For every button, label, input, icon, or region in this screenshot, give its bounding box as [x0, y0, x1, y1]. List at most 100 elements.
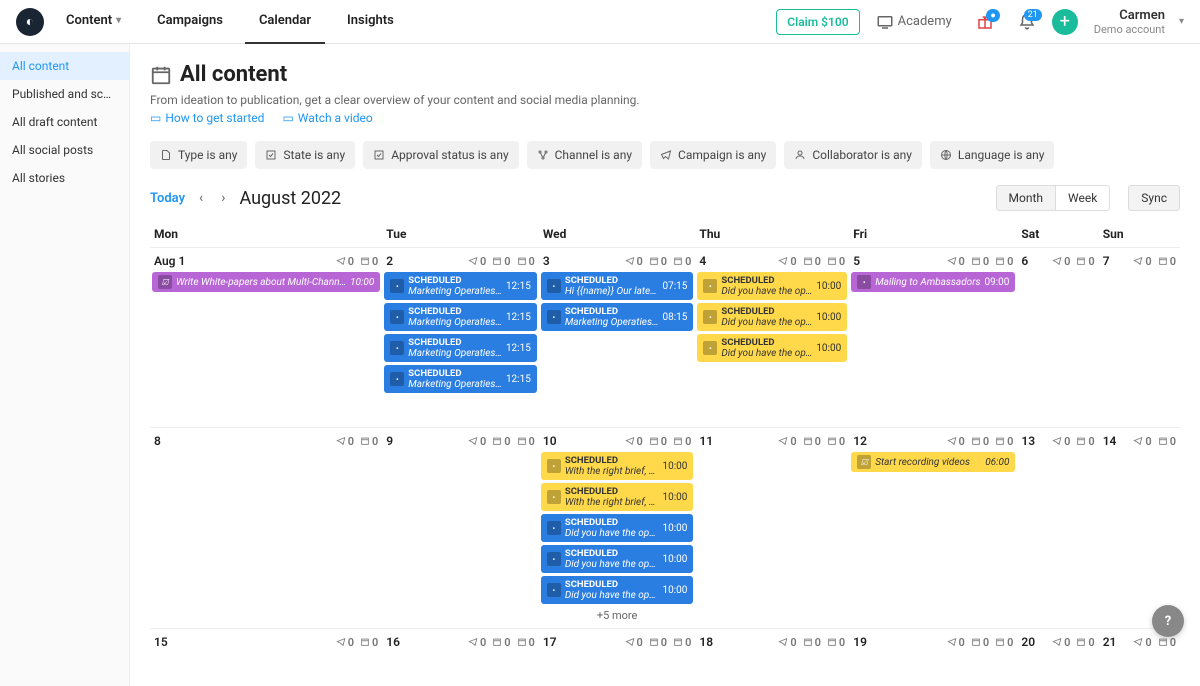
next-month-button[interactable]: ›	[217, 188, 229, 208]
event-title: Did you have the op…	[721, 317, 812, 328]
channel-icon: •	[547, 490, 561, 504]
filter-language[interactable]: Language is any	[930, 141, 1055, 169]
calendar-event[interactable]: •SCHEDULEDMarketing Operaties…12:15	[384, 365, 537, 393]
day-meta: 0 0 0	[468, 435, 535, 448]
event-status: SCHEDULED	[565, 275, 659, 286]
day-number: Aug 1	[154, 254, 185, 268]
view-month-button[interactable]: Month	[996, 185, 1056, 211]
day-cell[interactable]: 16 0 0 0	[382, 628, 539, 668]
calendar-event[interactable]: •SCHEDULEDDid you have the op…10:00	[541, 545, 694, 573]
sidebar-item-published[interactable]: Published and schedul…	[0, 80, 129, 108]
day-number: 19	[853, 635, 867, 649]
help-get-started[interactable]: ▭ How to get started	[150, 111, 264, 125]
event-time: 10:00	[662, 554, 687, 565]
add-button[interactable]: +	[1052, 9, 1078, 35]
claim-button[interactable]: Claim $100	[776, 9, 859, 35]
day-meta: 0 0 0	[947, 435, 1014, 448]
sync-button[interactable]: Sync	[1128, 185, 1180, 211]
calendar-event[interactable]: ☑Start recording videos06:00	[851, 452, 1015, 472]
event-title: Marketing Operaties…	[408, 348, 502, 359]
bell-icon[interactable]: 21	[1010, 13, 1044, 31]
calendar-event[interactable]: •SCHEDULEDHi {{name}} Our late…07:15	[541, 272, 694, 300]
calendar-event[interactable]: •SCHEDULEDDid you have the op…10:00	[697, 272, 847, 300]
day-cell[interactable]: 2 0 0 0•SCHEDULEDMarketing Operaties…12:…	[382, 247, 539, 427]
day-meta: 0 0	[336, 255, 379, 268]
day-cell[interactable]: 9 0 0 0	[382, 427, 539, 628]
calendar-event[interactable]: •SCHEDULEDDid you have the op…10:00	[697, 334, 847, 362]
day-meta: 0 0 0	[625, 636, 692, 649]
calendar-event[interactable]: •SCHEDULEDDid you have the op…10:00	[541, 576, 694, 604]
filter-campaign[interactable]: Campaign is any	[650, 141, 776, 169]
day-cell[interactable]: 3 0 0 0•SCHEDULEDHi {{name}} Our late…07…	[539, 247, 696, 427]
day-cell[interactable]: 19 0 0 0	[849, 628, 1017, 668]
day-cell[interactable]: Aug 1 0 0 ☑Write White-papers about Multi…	[150, 247, 382, 427]
nav-insights[interactable]: Insights	[333, 0, 408, 44]
event-title: Marketing Operaties…	[408, 379, 502, 390]
day-cell[interactable]: 6 0 0	[1017, 247, 1098, 427]
main-content: All content From ideation to publication…	[130, 44, 1200, 686]
academy-link[interactable]: Academy	[868, 13, 960, 31]
calendar-event[interactable]: •SCHEDULEDDid you have the op…10:00	[541, 514, 694, 542]
day-cell[interactable]: 12 0 0 0☑Start recording videos06:00	[849, 427, 1017, 628]
day-meta: 0 0	[1133, 636, 1176, 649]
day-meta: 0 0 0	[947, 255, 1014, 268]
day-cell[interactable]: 14 0 0	[1099, 427, 1180, 628]
help-watch-video[interactable]: ▭ Watch a video	[282, 111, 372, 125]
channel-icon: •	[547, 521, 561, 535]
calendar-event[interactable]: •SCHEDULEDWith the right brief, …10:00	[541, 483, 694, 511]
day-cell[interactable]: 7 0 0	[1099, 247, 1180, 427]
sidebar-item-stories[interactable]: All stories	[0, 164, 129, 192]
filter-state[interactable]: State is any	[255, 141, 355, 169]
day-cell[interactable]: 13 0 0	[1017, 427, 1098, 628]
day-cell[interactable]: 10 0 0 0•SCHEDULEDWith the right brief, …	[539, 427, 696, 628]
user-menu[interactable]: Carmen Demo account	[1094, 8, 1165, 36]
event-time: 12:15	[506, 281, 531, 292]
calendar-event[interactable]: •SCHEDULEDMarketing Operaties…08:15	[541, 303, 694, 331]
filter-approval[interactable]: Approval status is any	[363, 141, 518, 169]
calendar-event[interactable]: •SCHEDULEDMarketing Operaties…12:15	[384, 334, 537, 362]
day-cell[interactable]: 11 0 0 0	[695, 427, 849, 628]
day-header: Tue	[382, 221, 539, 247]
today-button[interactable]: Today	[150, 191, 185, 206]
nav-calendar[interactable]: Calendar	[245, 0, 325, 44]
sidebar-item-social[interactable]: All social posts	[0, 136, 129, 164]
channel-icon: •	[390, 310, 404, 324]
day-cell[interactable]: 5 0 0 0•Mailing to Ambassadors09:00	[849, 247, 1017, 427]
nav-campaigns[interactable]: Campaigns	[143, 0, 237, 44]
day-meta: 0 0 0	[947, 636, 1014, 649]
more-events-link[interactable]: +5 more	[541, 607, 694, 624]
calendar-event[interactable]: •SCHEDULEDMarketing Operaties…12:15	[384, 303, 537, 331]
calendar-event[interactable]: •Mailing to Ambassadors09:00	[851, 272, 1015, 292]
day-cell[interactable]: 18 0 0 0	[695, 628, 849, 668]
event-status: SCHEDULED	[565, 517, 659, 528]
sidebar-item-all-content[interactable]: All content	[0, 52, 129, 80]
sidebar-item-draft[interactable]: All draft content	[0, 108, 129, 136]
filter-channel[interactable]: Channel is any	[527, 141, 642, 169]
day-cell[interactable]: 17 0 0 0	[539, 628, 696, 668]
calendar-event[interactable]: •SCHEDULEDWith the right brief, …10:00	[541, 452, 694, 480]
day-meta: 0 0 0	[468, 636, 535, 649]
app-logo[interactable]: ◐	[16, 8, 44, 36]
day-meta: 0 0	[1052, 435, 1095, 448]
filter-bar: Type is any State is any Approval status…	[150, 141, 1180, 169]
view-week-button[interactable]: Week	[1056, 185, 1110, 211]
nav-content[interactable]: Content▾	[52, 0, 135, 44]
help-fab[interactable]: ?	[1152, 605, 1184, 637]
day-header: Mon	[150, 221, 382, 247]
channel-icon: •	[547, 459, 561, 473]
prev-month-button[interactable]: ‹	[195, 188, 207, 208]
day-cell[interactable]: 8 0 0	[150, 427, 382, 628]
calendar-event[interactable]: •SCHEDULEDMarketing Operaties…12:15	[384, 272, 537, 300]
event-time: 10:00	[662, 492, 687, 503]
day-number: 4	[699, 254, 706, 268]
calendar-grid: MonTueWedThuFriSatSunAug 1 0 0☑Write Whi…	[150, 221, 1180, 668]
filter-collaborator[interactable]: Collaborator is any	[784, 141, 922, 169]
day-cell[interactable]: 4 0 0 0•SCHEDULEDDid you have the op…10:…	[695, 247, 849, 427]
calendar-event[interactable]: ☑Write White-papers about Multi-Chann…10…	[152, 272, 380, 292]
day-cell[interactable]: 20 0 0	[1017, 628, 1098, 668]
gift-icon[interactable]: ●	[968, 13, 1002, 31]
calendar-event[interactable]: •SCHEDULEDDid you have the op…10:00	[697, 303, 847, 331]
event-time: 12:15	[506, 312, 531, 323]
day-cell[interactable]: 15 0 0	[150, 628, 382, 668]
filter-type[interactable]: Type is any	[150, 141, 247, 169]
